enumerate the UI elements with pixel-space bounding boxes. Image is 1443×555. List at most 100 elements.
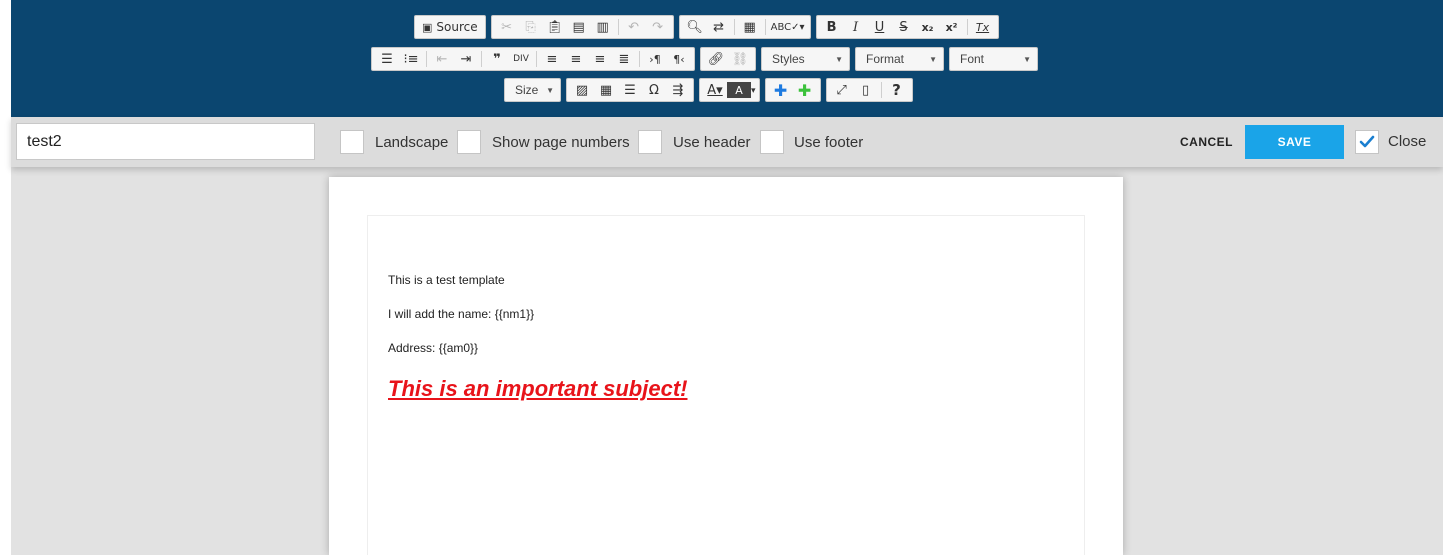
paragraph: Address: {{am0}}	[388, 341, 479, 355]
editor-toolbar: ▣ Source ✂ ⎘ 📋︎ ▤ ▥ ↶ ↷ 🔍︎ ⇄ ▦ ABC✓▾ B I…	[11, 0, 1443, 117]
text-color-icon[interactable]: A▾	[703, 79, 727, 101]
source-label: Source	[436, 20, 478, 34]
toolbar-row-2: ☰ ⁝≡ ⇤ ⇥ ❞ DIV ≡ ≡ ≡ ≣ ›¶ ¶‹ 🔗︎ ⛓ Styles…	[371, 47, 1038, 71]
separator	[617, 19, 619, 35]
background-color-icon[interactable]: A	[727, 82, 751, 98]
puzzle-blue-icon[interactable]: ✚	[769, 79, 793, 101]
page-numbers-label: Show page numbers	[492, 134, 630, 151]
plugin-group: ✚ ✚	[764, 78, 821, 102]
document-page: This is a test template I will add the n…	[329, 177, 1123, 555]
header-checkbox[interactable]	[638, 130, 662, 154]
show-blocks-icon[interactable]: ▯	[854, 79, 878, 101]
footer-label: Use footer	[794, 134, 864, 151]
align-right-icon[interactable]: ≡	[588, 48, 612, 70]
toolbar-row-1: ▣ Source ✂ ⎘ 📋︎ ▤ ▥ ↶ ↷ 🔍︎ ⇄ ▦ ABC✓▾ B I…	[414, 15, 999, 39]
color-group: A▾ A ▾	[699, 78, 760, 102]
paragraph: This is a test template	[388, 273, 505, 287]
font-dropdown[interactable]: Font ▼	[949, 47, 1038, 71]
document-body[interactable]: This is a test template I will add the n…	[367, 215, 1085, 555]
page-break-icon[interactable]: ⇶	[666, 79, 690, 101]
chevron-down-icon: ▼	[835, 54, 843, 64]
spellcheck-icon[interactable]: ABC✓▾	[769, 16, 807, 38]
template-name-input[interactable]	[16, 123, 315, 160]
blockquote-icon[interactable]: ❞	[485, 48, 509, 70]
save-button[interactable]: SAVE	[1245, 125, 1344, 159]
list-group: ☰ ⁝≡ ⇤ ⇥ ❞ DIV ≡ ≡ ≡ ≣ ›¶ ¶‹	[371, 47, 695, 71]
redo-icon[interactable]: ↷	[646, 16, 670, 38]
remove-format-button[interactable]: Tx	[971, 16, 995, 38]
paste-icon[interactable]: 📋︎	[543, 16, 567, 38]
font-label: Font	[960, 52, 985, 66]
separator	[426, 51, 427, 67]
help-button[interactable]: ?	[885, 79, 909, 101]
align-justify-icon[interactable]: ≣	[612, 48, 636, 70]
separator	[639, 51, 640, 67]
subscript-button[interactable]: x₂	[916, 16, 940, 38]
source-button[interactable]: ▣ Source	[418, 16, 482, 38]
format-dropdown[interactable]: Format ▼	[855, 47, 944, 71]
styles-label: Styles	[772, 52, 805, 66]
chevron-down-icon: ▼	[1023, 54, 1031, 64]
page-numbers-checkbox[interactable]	[457, 130, 481, 154]
paste-text-icon[interactable]: ▤	[567, 16, 591, 38]
replace-icon[interactable]: ⇄	[707, 16, 731, 38]
link-icon[interactable]: 🔗︎	[704, 48, 728, 70]
footer-checkbox[interactable]	[760, 130, 784, 154]
basic-styles-group: B I U S x₂ x² Tx	[815, 15, 999, 39]
italic-button[interactable]: I	[844, 16, 868, 38]
horizontal-rule-icon[interactable]: ☰	[618, 79, 642, 101]
paragraph: I will add the name: {{nm1}}	[388, 307, 535, 321]
image-icon[interactable]: ▨	[570, 79, 594, 101]
subject-heading: This is an important subject!	[388, 376, 688, 401]
header-label: Use header	[673, 134, 751, 151]
separator	[481, 51, 482, 67]
align-left-icon[interactable]: ≡	[540, 48, 564, 70]
tools-group: ⤢ ▯ ?	[825, 78, 913, 102]
chevron-down-icon: ▼	[546, 85, 554, 95]
cut-icon[interactable]: ✂	[495, 16, 519, 38]
unlink-icon[interactable]: ⛓	[728, 48, 752, 70]
text-direction-ltr-icon[interactable]: ›¶	[643, 48, 667, 70]
chevron-down-icon: ▾	[751, 84, 756, 95]
select-all-icon[interactable]: ▦	[738, 16, 762, 38]
separator	[536, 51, 537, 67]
find-group: 🔍︎ ⇄ ▦ ABC✓▾	[678, 15, 811, 39]
separator	[733, 19, 735, 35]
close-checkbox[interactable]	[1355, 130, 1379, 154]
maximize-icon[interactable]: ⤢	[830, 79, 854, 101]
landscape-label: Landscape	[375, 134, 449, 151]
styles-dropdown[interactable]: Styles ▼	[761, 47, 850, 71]
template-settings-bar: Landscape Show page numbers Use header U…	[11, 117, 1443, 167]
outdent-icon[interactable]: ⇤	[430, 48, 454, 70]
size-label: Size	[515, 83, 539, 97]
bulleted-list-icon[interactable]: ⁝≡	[399, 48, 423, 70]
superscript-button[interactable]: x²	[940, 16, 964, 38]
create-div-icon[interactable]: DIV	[509, 48, 533, 70]
size-dropdown[interactable]: Size ▼	[504, 78, 561, 102]
format-label: Format	[866, 52, 905, 66]
paste-word-icon[interactable]: ▥	[591, 16, 615, 38]
puzzle-green-icon[interactable]: ✚	[793, 79, 817, 101]
checkmark-icon	[1359, 135, 1375, 148]
find-icon[interactable]: 🔍︎	[683, 16, 707, 38]
clipboard-group: ✂ ⎘ 📋︎ ▤ ▥ ↶ ↷	[490, 15, 674, 39]
undo-icon[interactable]: ↶	[622, 16, 646, 38]
table-icon[interactable]: ▦	[594, 79, 618, 101]
underline-button[interactable]: U	[868, 16, 892, 38]
cancel-button[interactable]: CANCEL	[1180, 135, 1233, 149]
bold-button[interactable]: B	[820, 16, 844, 38]
align-center-icon[interactable]: ≡	[564, 48, 588, 70]
indent-icon[interactable]: ⇥	[454, 48, 478, 70]
link-group: 🔗︎ ⛓	[700, 47, 756, 71]
copy-icon[interactable]: ⎘	[519, 16, 543, 38]
separator	[764, 19, 766, 35]
close-label: Close	[1388, 133, 1427, 150]
separator	[880, 82, 882, 98]
strikethrough-button[interactable]: S	[892, 16, 916, 38]
numbered-list-icon[interactable]: ☰	[375, 48, 399, 70]
source-icon: ▣	[422, 20, 433, 34]
text-direction-rtl-icon[interactable]: ¶‹	[667, 48, 691, 70]
special-char-button[interactable]: Ω	[642, 79, 666, 101]
source-group: ▣ Source	[414, 15, 486, 39]
landscape-checkbox[interactable]	[340, 130, 364, 154]
